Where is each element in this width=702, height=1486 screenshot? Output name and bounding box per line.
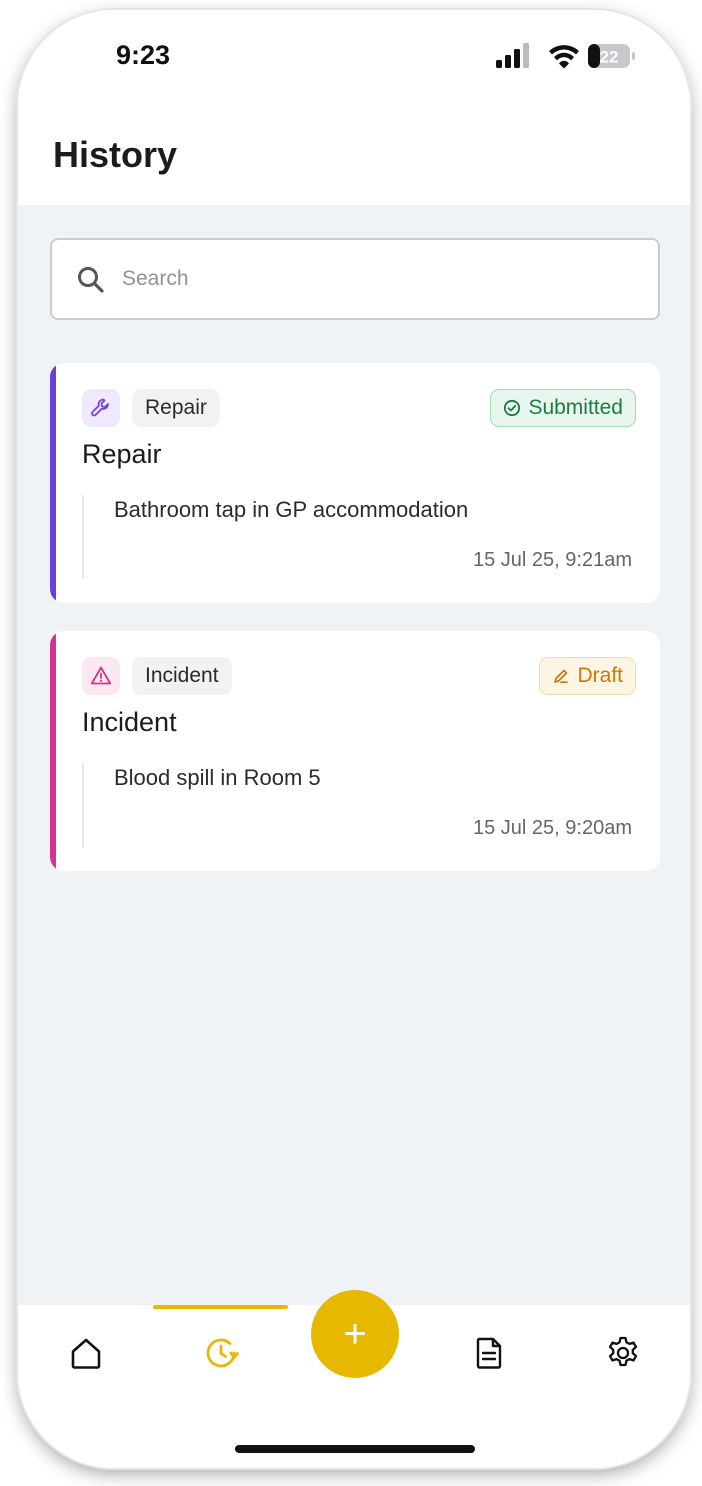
status-badge: Submitted — [490, 389, 636, 427]
cellular-signal-icon — [496, 43, 529, 68]
history-card-repair[interactable]: Repair Submitted Repair Bathroom tap in … — [50, 363, 660, 603]
card-type-chip: Incident — [132, 657, 232, 695]
tab-history[interactable] — [201, 1333, 241, 1373]
card-title: Repair — [82, 439, 162, 469]
active-tab-indicator — [153, 1305, 288, 1309]
card-timestamp: 15 Jul 25, 9:21am — [473, 549, 632, 571]
card-title: Incident — [82, 707, 177, 737]
card-body: Blood spill in Room 5 15 Jul 25, 9:20am — [82, 763, 632, 847]
tab-documents[interactable] — [469, 1333, 509, 1373]
wifi-icon — [549, 45, 579, 69]
status-badge-label: Submitted — [528, 396, 623, 419]
card-body: Bathroom tap in GP accommodation 15 Jul … — [82, 495, 632, 579]
status-icons: 22 — [496, 43, 635, 69]
check-circle-icon — [504, 399, 521, 417]
status-bar: 9:23 22 — [18, 10, 690, 110]
card-type-icon — [82, 657, 120, 695]
history-list: Repair Submitted Repair Bathroom tap in … — [18, 205, 690, 1305]
page-title: History — [53, 134, 178, 175]
home-icon — [71, 1338, 101, 1369]
status-time: 9:23 — [116, 40, 171, 70]
tab-home[interactable] — [66, 1333, 106, 1373]
phone-frame: 9:23 22 History Search Repair Submitted … — [18, 10, 690, 1468]
tab-settings[interactable] — [603, 1333, 643, 1373]
card-type-chip: Repair — [132, 389, 220, 427]
pencil-icon — [554, 669, 569, 684]
card-accent-bar — [50, 363, 56, 603]
history-icon — [206, 1338, 239, 1368]
search-input[interactable] — [122, 256, 642, 302]
wrench-icon — [91, 398, 109, 417]
bottom-tab-bar: + — [18, 1290, 690, 1468]
warning-triangle-icon — [90, 666, 112, 685]
header: History — [18, 110, 690, 205]
card-description: Bathroom tap in GP accommodation — [114, 497, 469, 522]
status-badge-label: Draft — [577, 664, 623, 687]
card-type-icon — [82, 389, 120, 427]
battery-icon: 22 — [588, 44, 635, 68]
card-description: Blood spill in Room 5 — [114, 765, 321, 790]
history-card-incident[interactable]: Incident Draft Incident Blood spill in R… — [50, 631, 660, 871]
battery-level: 22 — [600, 48, 619, 67]
document-icon — [476, 1337, 502, 1369]
search-icon — [78, 267, 104, 293]
add-button[interactable]: + — [311, 1290, 399, 1378]
card-timestamp: 15 Jul 25, 9:20am — [473, 817, 632, 839]
home-indicator — [235, 1445, 475, 1453]
card-accent-bar — [50, 631, 56, 871]
settings-icon — [608, 1336, 638, 1367]
status-badge: Draft — [539, 657, 636, 695]
search-bar[interactable] — [50, 238, 660, 320]
